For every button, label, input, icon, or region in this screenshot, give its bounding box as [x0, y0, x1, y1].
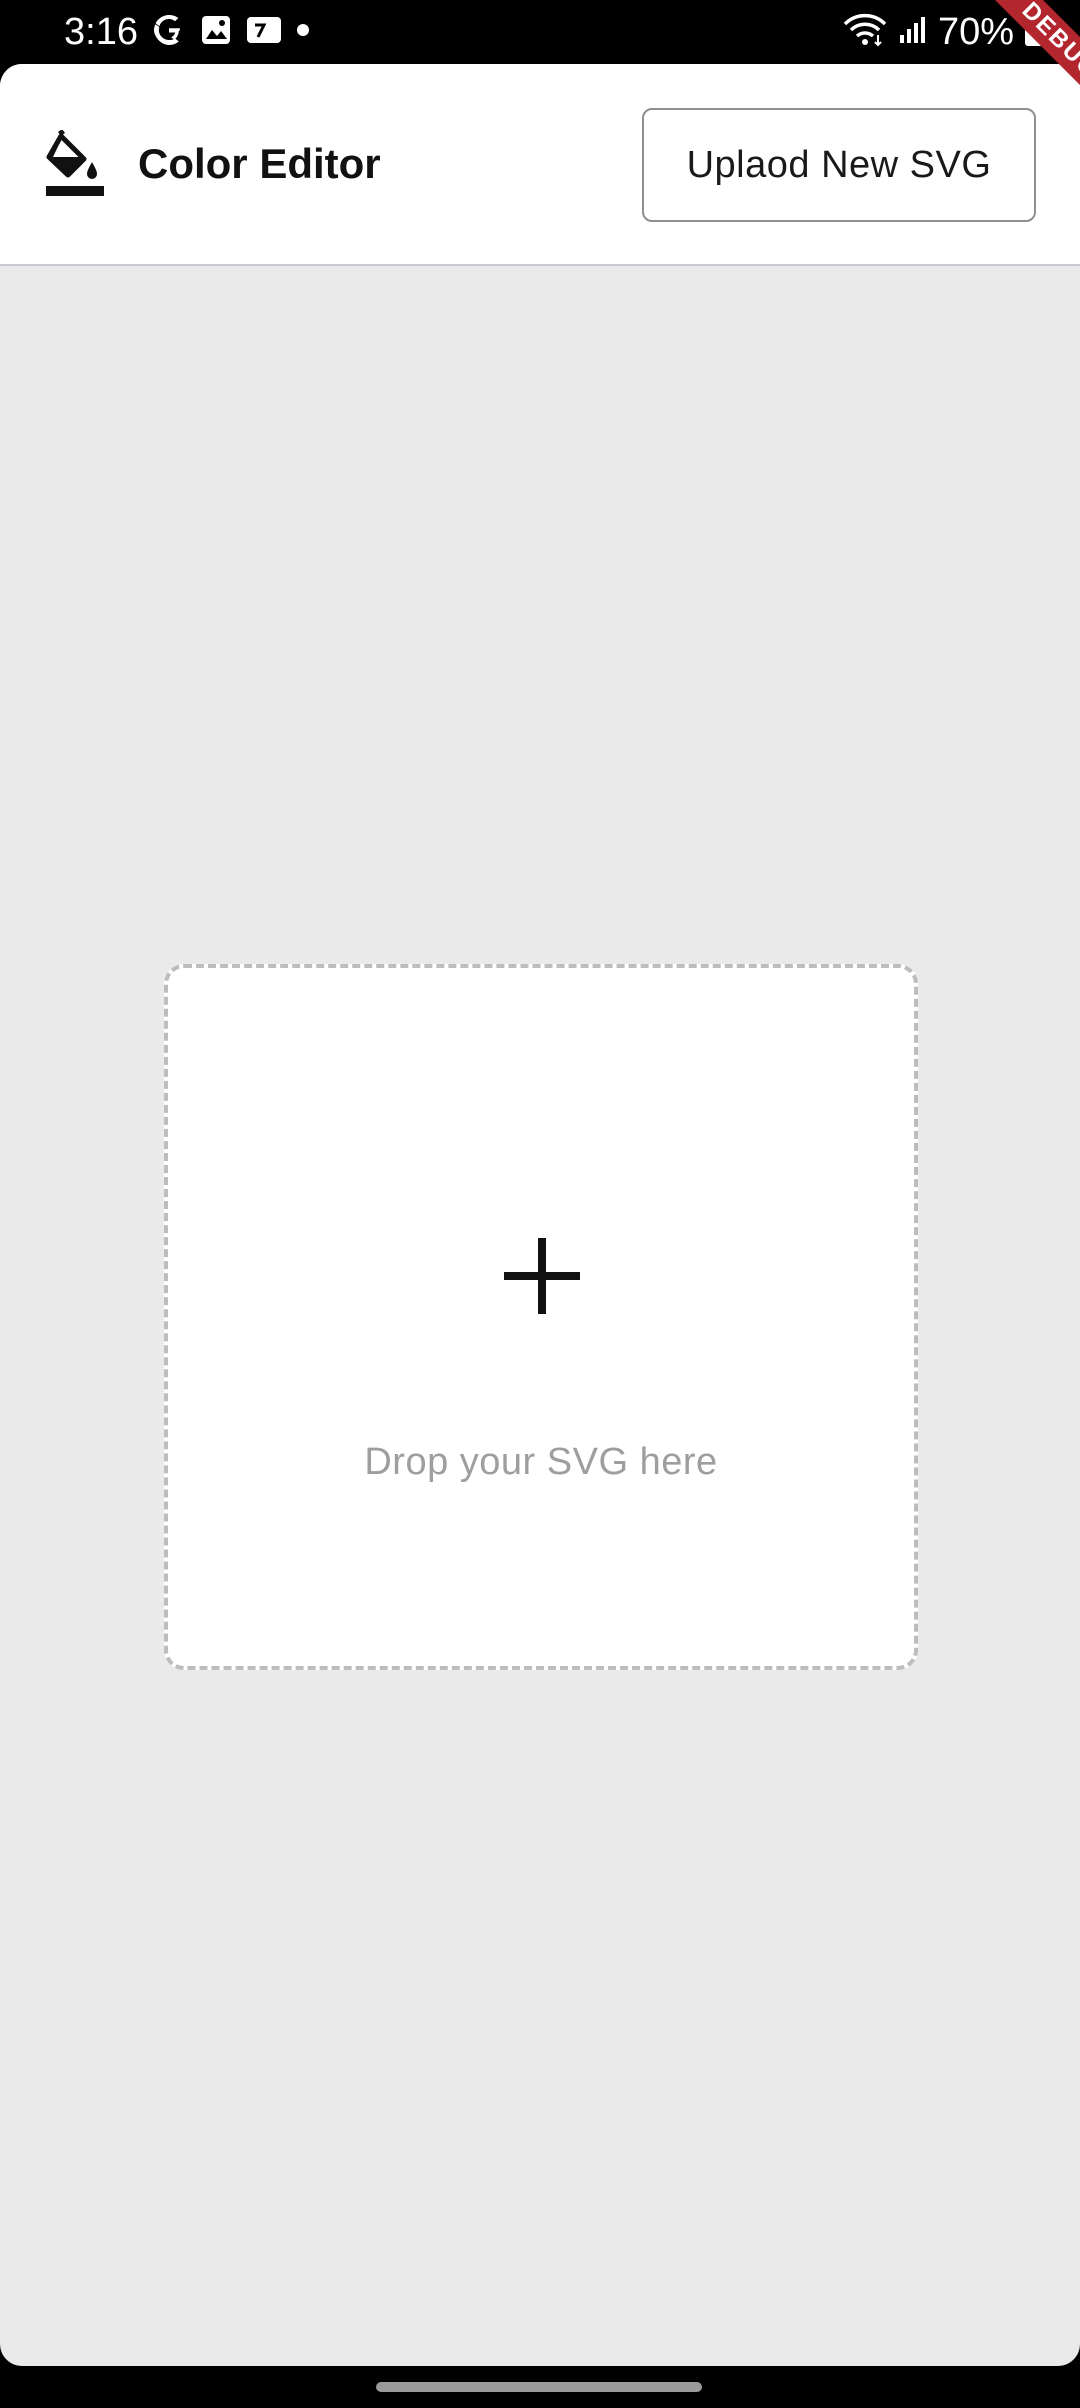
google-icon — [152, 13, 186, 52]
gesture-navigation-handle[interactable] — [376, 2382, 702, 2392]
format-color-fill-icon — [44, 129, 106, 198]
status-time: 3:16 — [64, 11, 138, 53]
plus-icon — [504, 1238, 580, 1314]
drop-zone-label: Drop your SVG here — [364, 1441, 718, 1483]
notification-icons — [152, 14, 310, 50]
app-screen: Color Editor Uplaod New SVG Drop your SV… — [0, 64, 1080, 2366]
dot-icon — [296, 23, 310, 42]
battery-percentage: 70% — [937, 11, 1014, 53]
signal-icon — [898, 15, 928, 50]
status-bar: 3:16 70% — [0, 0, 1080, 64]
image-icon — [200, 14, 232, 51]
wifi-icon — [842, 13, 888, 52]
calendar-icon — [246, 15, 282, 50]
app-bar: Color Editor Uplaod New SVG — [0, 64, 1080, 266]
svg-drop-zone[interactable]: Drop your SVG here — [164, 964, 918, 1670]
app-title: Color Editor — [138, 140, 381, 187]
upload-new-svg-button[interactable]: Uplaod New SVG — [642, 108, 1036, 222]
